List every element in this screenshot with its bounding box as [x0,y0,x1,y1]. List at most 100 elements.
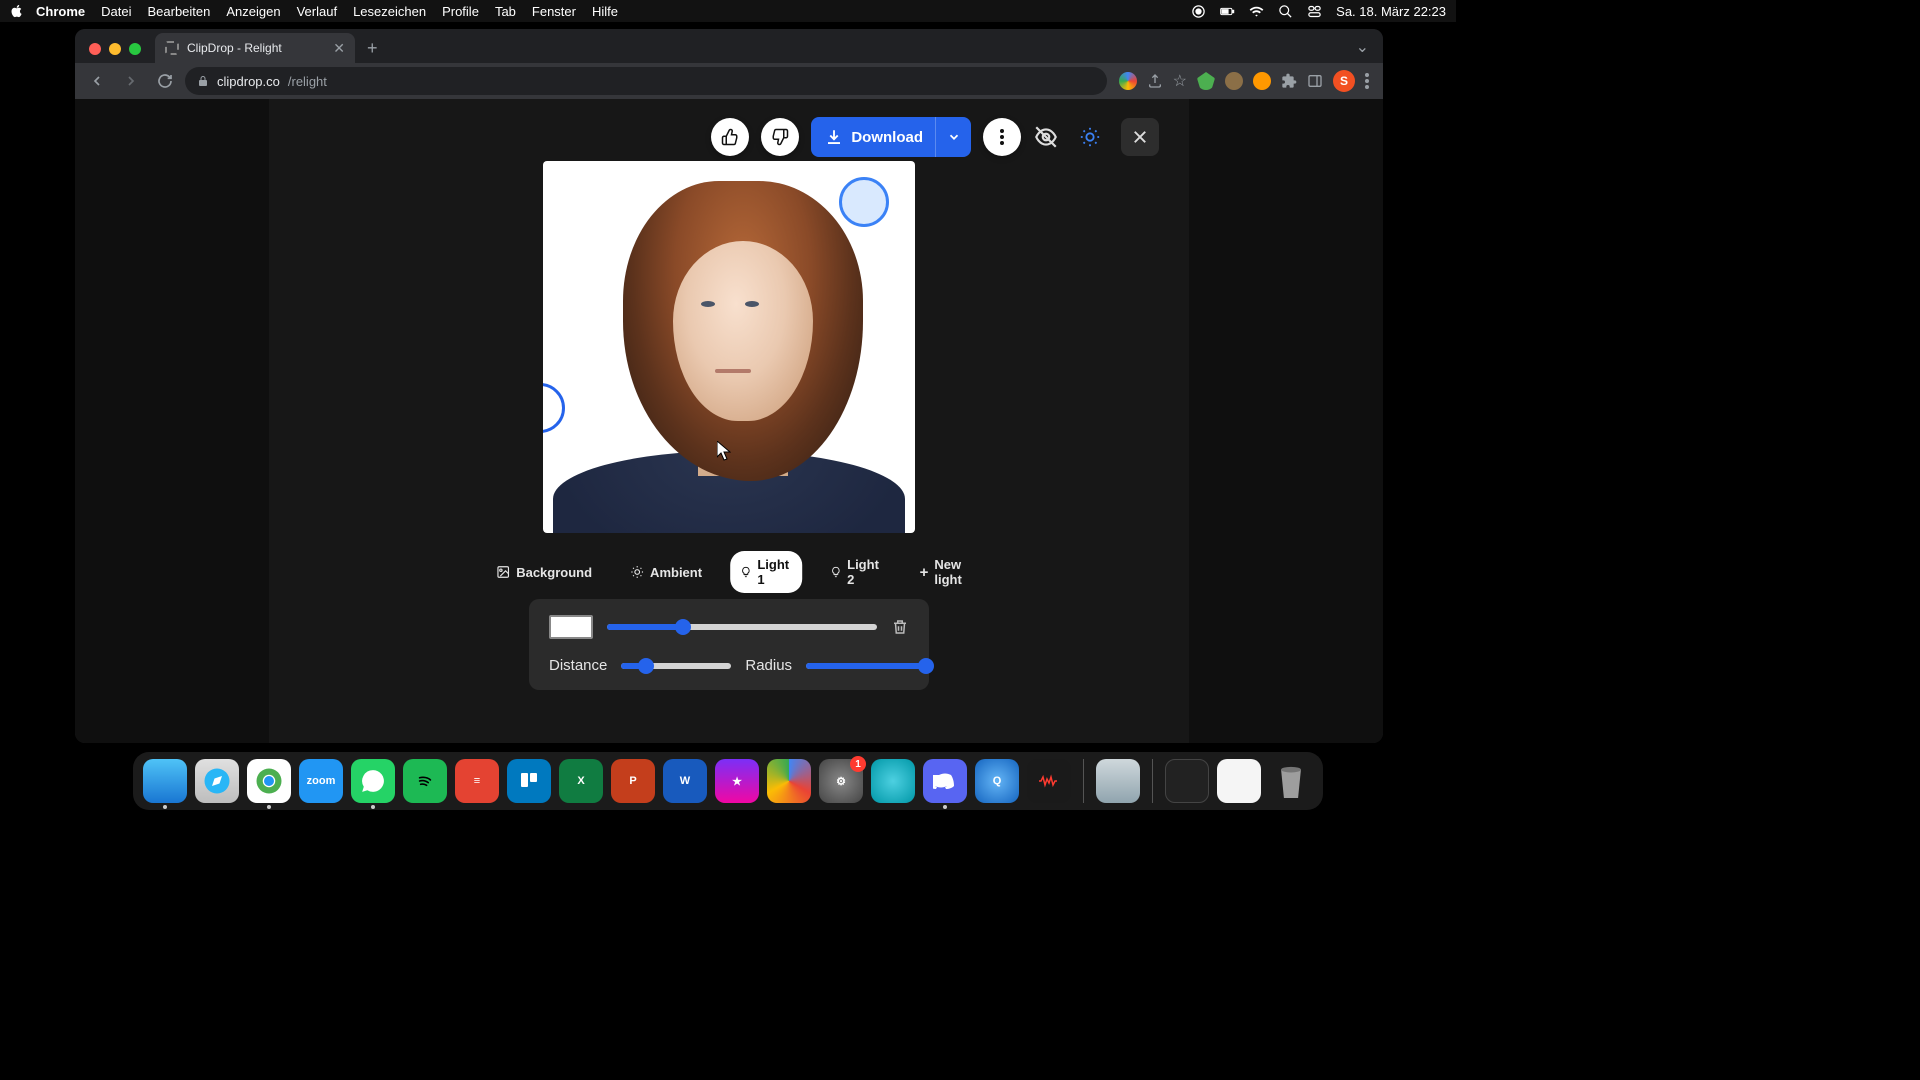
tab-overflow-icon[interactable]: ⌄ [1356,37,1383,63]
browser-tab[interactable]: ClipDrop - Relight ✕ [155,33,355,63]
dock-powerpoint[interactable]: P [611,759,655,803]
radius-label: Radius [745,657,792,674]
dock-safari[interactable] [195,759,239,803]
download-button[interactable]: Download [811,117,971,157]
dock-spotify[interactable] [403,759,447,803]
control-center-icon[interactable] [1307,4,1322,19]
url-path: /relight [288,74,327,89]
editor-canvas: Download [269,99,1189,743]
image-preview[interactable] [543,161,915,533]
back-button[interactable] [83,67,111,95]
sidepanel-icon[interactable] [1307,73,1323,89]
dock-whatsapp[interactable] [351,759,395,803]
color-picker[interactable] [549,615,593,639]
menubar-clock[interactable]: Sa. 18. März 22:23 [1336,4,1446,19]
image-icon [496,565,510,579]
close-button[interactable] [1121,118,1159,156]
battery-icon[interactable] [1220,4,1235,19]
tab-title: ClipDrop - Relight [187,41,282,55]
window-fullscreen-icon[interactable] [129,43,141,55]
menu-hilfe[interactable]: Hilfe [592,4,618,19]
tab-close-icon[interactable]: ✕ [333,40,345,57]
chrome-menu-icon[interactable] [1365,73,1369,89]
extension-icon-2[interactable] [1253,72,1271,90]
dock-todoist[interactable]: ≡ [455,759,499,803]
dock-discord[interactable] [923,759,967,803]
visibility-off-icon[interactable] [1033,124,1059,150]
menu-verlauf[interactable]: Verlauf [297,4,337,19]
dock-excel[interactable]: X [559,759,603,803]
wifi-icon[interactable] [1249,4,1264,19]
dock-chrome[interactable] [247,759,291,803]
google-icon[interactable] [1119,72,1137,90]
dock-trello[interactable] [507,759,551,803]
search-icon[interactable] [1278,4,1293,19]
reload-button[interactable] [151,67,179,95]
record-icon[interactable] [1191,4,1206,19]
dock-zoom[interactable]: zoom [299,759,343,803]
profile-avatar[interactable]: S [1333,70,1355,92]
favicon-icon [165,41,179,55]
dock-drive[interactable] [767,759,811,803]
distance-label: Distance [549,657,607,674]
thumbs-down-button[interactable] [761,118,799,156]
download-icon [825,128,843,146]
radius-slider[interactable] [806,663,926,669]
dock-word[interactable]: W [663,759,707,803]
slider-fill [607,624,683,630]
menu-bearbeiten[interactable]: Bearbeiten [147,4,210,19]
light-controls-panel: Distance Radius [529,599,929,690]
forward-button[interactable] [117,67,145,95]
top-action-bar: Download [711,117,1159,157]
dock-settings[interactable]: ⚙1 [819,759,863,803]
more-options-button[interactable] [983,118,1021,156]
slider-thumb[interactable] [675,619,691,635]
lightbulb-icon[interactable] [1071,118,1109,156]
window-minimize-icon[interactable] [109,43,121,55]
download-label: Download [851,129,923,146]
thumbs-up-button[interactable] [711,118,749,156]
light-tabs: Background Ambient Light 1 Light 2 + New… [486,551,972,593]
dock-finder[interactable] [143,759,187,803]
url-host: clipdrop.co [217,74,280,89]
window-close-icon[interactable] [89,43,101,55]
extension-icon-1[interactable] [1225,72,1243,90]
menu-profile[interactable]: Profile [442,4,479,19]
dock-voice-memos[interactable] [1027,759,1071,803]
menu-tab[interactable]: Tab [495,4,516,19]
dock-folder-1[interactable] [1165,759,1209,803]
menu-lesezeichen[interactable]: Lesezeichen [353,4,426,19]
distance-slider[interactable] [621,663,731,669]
tab-light-2[interactable]: Light 2 [820,551,892,593]
address-bar[interactable]: clipdrop.co/relight [185,67,1107,95]
menu-datei[interactable]: Datei [101,4,131,19]
chrome-window: ClipDrop - Relight ✕ + ⌄ clipdrop.co/rel… [75,29,1383,743]
menu-fenster[interactable]: Fenster [532,4,576,19]
download-dropdown[interactable] [935,117,971,157]
tab-new-light[interactable]: + New light [910,551,972,593]
tab-background[interactable]: Background [486,559,602,586]
new-tab-button[interactable]: + [355,38,388,63]
bookmark-icon[interactable]: ☆ [1173,71,1187,91]
extensions-puzzle-icon[interactable] [1281,73,1297,89]
lock-icon [197,75,209,87]
dock-app-teal[interactable] [871,759,915,803]
dock-screenshot-tool[interactable] [1096,759,1140,803]
dock-trash[interactable] [1269,759,1313,803]
menu-anzeigen[interactable]: Anzeigen [226,4,280,19]
dock-imovie[interactable]: ★ [715,759,759,803]
extension-shield-icon[interactable] [1197,72,1215,90]
share-icon[interactable] [1147,73,1163,89]
delete-icon[interactable] [891,618,909,636]
tab-light-1[interactable]: Light 1 [730,551,802,593]
plus-icon: + [920,564,929,581]
dock-quicktime[interactable]: Q [975,759,1019,803]
extension-icons: ☆ S [1113,70,1375,92]
intensity-slider[interactable] [607,624,877,630]
macos-menubar: Chrome Datei Bearbeiten Anzeigen Verlauf… [0,0,1456,22]
apple-logo-icon [10,4,24,18]
light-handle-1[interactable] [839,177,889,227]
dock-folder-2[interactable] [1217,759,1261,803]
macos-dock: zoom ≡ X P W ★ ⚙1 Q [133,752,1323,810]
tab-ambient[interactable]: Ambient [620,559,712,586]
